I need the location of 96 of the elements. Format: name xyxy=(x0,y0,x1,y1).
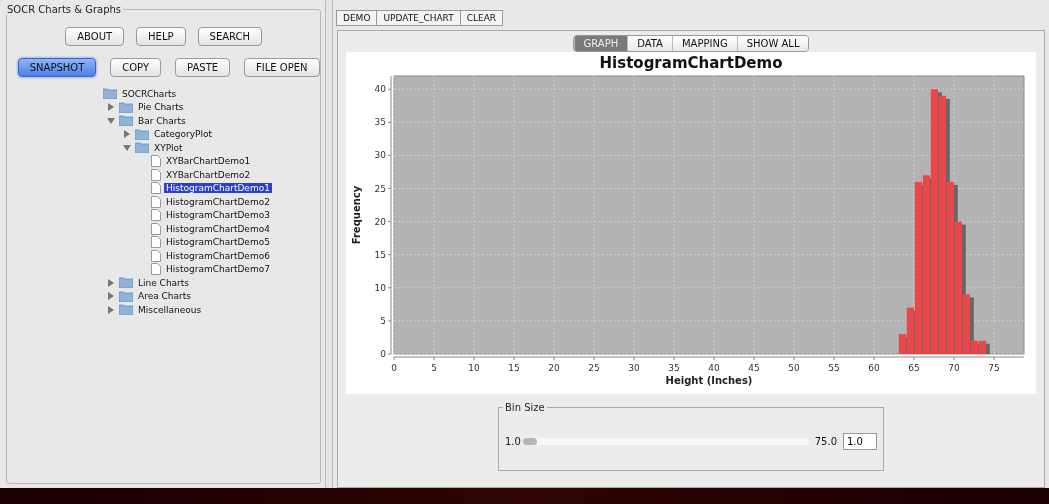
bin-size-slider[interactable] xyxy=(522,438,809,445)
histogram-bar xyxy=(978,340,990,354)
x-tick-label: 35 xyxy=(668,363,680,373)
toolbar-button[interactable]: ABOUT xyxy=(65,27,125,46)
expanded-arrow-icon[interactable] xyxy=(123,143,131,152)
toolbar-button[interactable]: UPDATE_CHART xyxy=(376,10,461,26)
tree-item[interactable]: HistogramChartDemo3 xyxy=(164,210,272,221)
slider-min-label: 1.0 xyxy=(505,436,521,447)
y-tick-label: 5 xyxy=(380,315,386,326)
y-tick-label: 35 xyxy=(374,117,386,128)
tree-item[interactable]: Area Charts xyxy=(136,291,193,302)
x-tick-label: 45 xyxy=(748,363,760,373)
bar xyxy=(922,175,930,354)
x-tick-label: 40 xyxy=(708,363,720,373)
collapsed-arrow-icon[interactable] xyxy=(107,305,115,314)
x-tick-label: 5 xyxy=(431,363,437,373)
x-tick-label: 70 xyxy=(948,363,960,373)
bar xyxy=(914,181,922,354)
tree-item[interactable]: Pie Charts xyxy=(136,102,186,113)
collapsed-arrow-icon[interactable] xyxy=(107,292,115,301)
document-icon xyxy=(151,182,161,195)
toolbar-button[interactable]: DEMO xyxy=(336,10,378,26)
document-icon xyxy=(151,168,161,181)
y-tick-label: 0 xyxy=(380,349,386,359)
tree-item[interactable]: Line Charts xyxy=(136,277,192,288)
document-icon xyxy=(151,263,161,276)
folder-icon xyxy=(119,101,133,113)
document-icon xyxy=(151,209,161,222)
bar xyxy=(906,307,914,354)
toolbar-button[interactable]: SEARCH xyxy=(197,27,262,46)
tree-item[interactable]: HistogramChartDemo7 xyxy=(164,264,272,275)
x-tick-label: 0 xyxy=(391,363,397,373)
view-tab[interactable]: DATA xyxy=(627,36,672,51)
slider-thumb[interactable] xyxy=(522,438,537,445)
toolbar-button[interactable]: CLEAR xyxy=(459,10,504,26)
tree-item[interactable]: HistogramChartDemo1 xyxy=(164,183,272,194)
x-tick-label: 20 xyxy=(548,363,560,373)
y-tick-label: 25 xyxy=(374,183,386,194)
document-icon xyxy=(151,249,161,262)
folder-icon xyxy=(103,88,117,100)
document-icon xyxy=(151,195,161,208)
view-tab[interactable]: GRAPH xyxy=(573,36,628,51)
group-title: Bin Size xyxy=(504,402,546,413)
folder-icon xyxy=(119,115,133,127)
tree-item[interactable]: SOCRCharts xyxy=(120,88,179,99)
slider-max-label: 75.0 xyxy=(814,436,837,447)
view-tab[interactable]: MAPPING xyxy=(671,36,737,51)
tree-item[interactable]: XYPlot xyxy=(152,142,185,153)
folder-icon xyxy=(135,128,149,140)
folder-icon xyxy=(119,277,133,289)
folder-icon xyxy=(119,304,133,316)
x-tick-label: 75 xyxy=(988,363,1000,373)
view-tab[interactable]: SHOW ALL xyxy=(736,36,809,51)
tree-item[interactable]: Bar Charts xyxy=(136,115,188,126)
document-icon xyxy=(151,236,161,249)
x-tick-label: 10 xyxy=(468,363,480,373)
expanded-arrow-icon[interactable] xyxy=(107,116,115,125)
panel-title: SOCR Charts & Graphs xyxy=(6,4,123,15)
folder-icon xyxy=(135,142,149,154)
x-tick-label: 60 xyxy=(868,363,880,373)
x-tick-label: 50 xyxy=(788,363,800,373)
x-tick-label: 65 xyxy=(908,363,920,373)
tree-item[interactable]: XYBarChartDemo2 xyxy=(164,169,253,180)
toolbar-button[interactable]: SNAPSHOT xyxy=(17,58,97,77)
y-tick-label: 40 xyxy=(374,84,386,95)
tree-item[interactable]: HistogramChartDemo5 xyxy=(164,237,272,248)
document-icon xyxy=(151,222,161,235)
y-tick-label: 30 xyxy=(374,150,386,161)
folder-icon xyxy=(119,290,133,302)
y-axis-title: Frequency xyxy=(351,185,362,245)
collapsed-arrow-icon[interactable] xyxy=(107,103,115,112)
tree-item[interactable]: HistogramChartDemo6 xyxy=(164,250,272,261)
bar xyxy=(970,340,978,354)
toolbar-button[interactable]: HELP xyxy=(136,27,186,46)
chart-title: HistogramChartDemo xyxy=(599,54,783,72)
bin-size-input[interactable]: 1.0 xyxy=(843,433,877,450)
x-tick-label: 25 xyxy=(588,363,600,373)
collapsed-arrow-icon[interactable] xyxy=(107,278,115,287)
tree-item[interactable]: CategoryPlot xyxy=(152,129,215,140)
bar xyxy=(898,334,906,354)
x-axis-title: Height (Inches) xyxy=(665,375,753,386)
collapsed-arrow-icon[interactable] xyxy=(123,130,131,139)
x-tick-label: 55 xyxy=(828,363,840,373)
tree-item[interactable]: Miscellaneous xyxy=(136,304,204,315)
y-tick-label: 20 xyxy=(374,216,386,227)
y-tick-label: 10 xyxy=(374,282,386,293)
tree-item[interactable]: XYBarChartDemo1 xyxy=(164,156,253,167)
toolbar-button[interactable]: PASTE xyxy=(175,58,231,77)
tree-item[interactable]: HistogramChartDemo4 xyxy=(164,223,272,234)
x-tick-label: 30 xyxy=(628,363,640,373)
toolbar-button[interactable]: FILE OPEN xyxy=(244,58,320,77)
toolbar-button[interactable]: COPY xyxy=(110,58,162,77)
tree-item[interactable]: HistogramChartDemo2 xyxy=(164,196,272,207)
document-icon xyxy=(151,155,161,168)
x-tick-label: 15 xyxy=(508,363,520,373)
y-tick-label: 15 xyxy=(374,249,386,260)
